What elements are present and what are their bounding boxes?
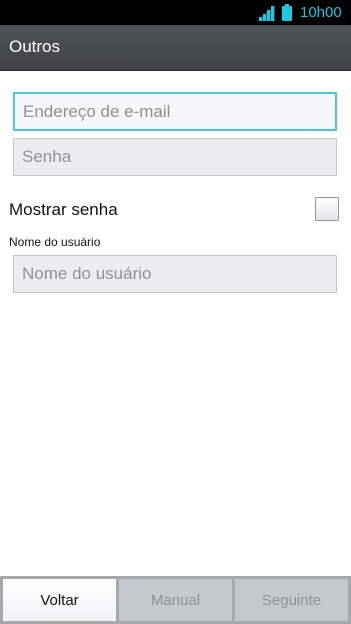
next-button[interactable]: Seguinte [235,579,348,621]
battery-icon [282,4,292,21]
clock: 10h00 [300,4,342,21]
page-title: Outros [9,37,61,56]
email-field[interactable] [13,92,337,131]
title-bar: Outros [0,25,351,71]
username-label: Nome do usuário [9,235,101,249]
show-password-label: Mostrar senha [9,200,118,219]
manual-button[interactable]: Manual [119,579,232,621]
username-field[interactable] [13,255,337,293]
signal-icon [258,5,275,21]
password-field[interactable] [13,138,337,176]
back-button[interactable]: Voltar [3,579,116,621]
show-password-checkbox[interactable] [315,197,339,221]
status-bar: 10h00 [0,0,351,25]
